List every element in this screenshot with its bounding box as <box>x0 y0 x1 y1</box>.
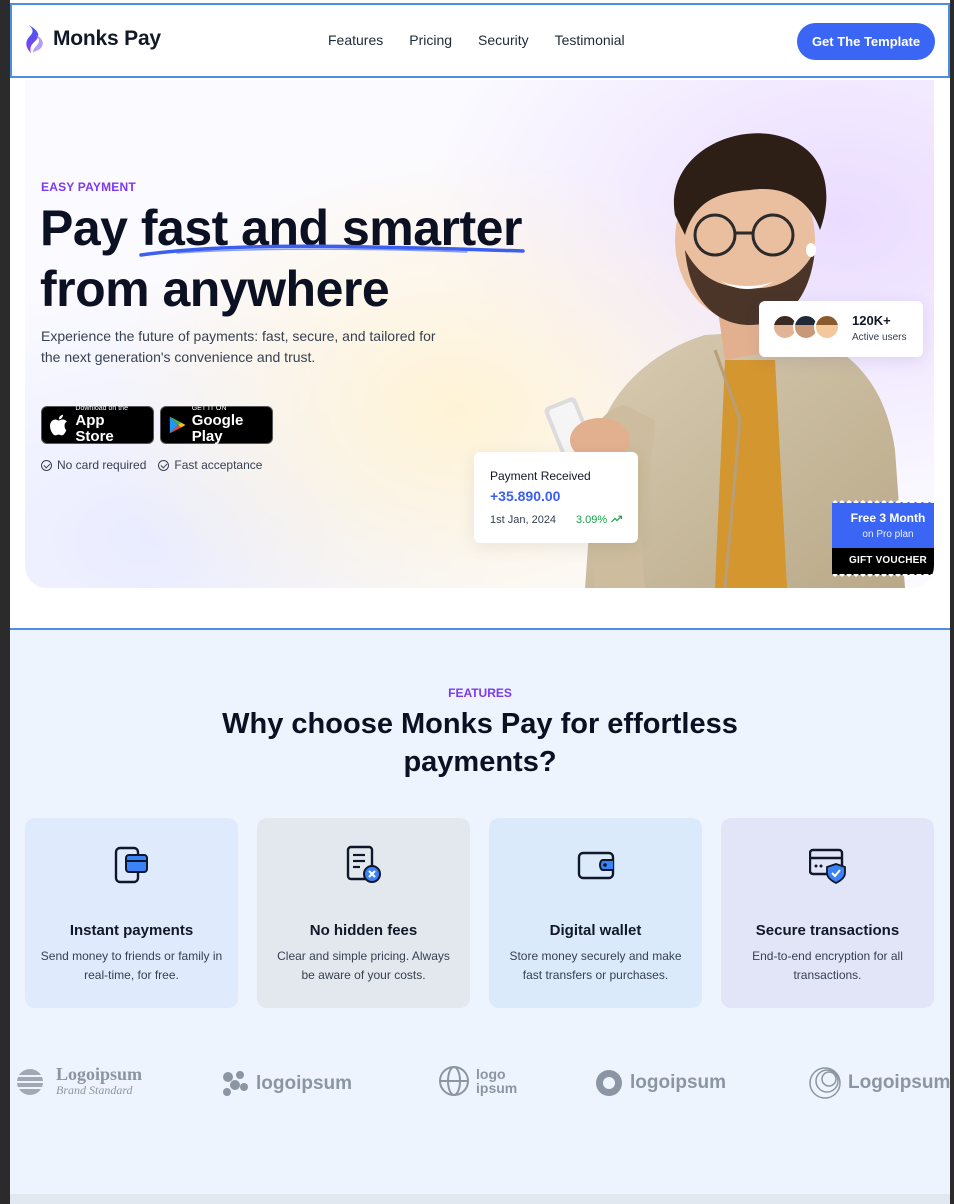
card-shield-icon <box>809 848 846 885</box>
google-play-big: Google Play <box>191 412 244 445</box>
feature-card-secure-transactions: Secure transactions End-to-end encryptio… <box>721 818 934 1008</box>
active-users-count: 120K+ <box>852 313 891 328</box>
active-users-label: Active users <box>852 332 907 343</box>
nav-link-features[interactable]: Features <box>328 32 383 48</box>
check-no-card: No card required <box>41 458 146 472</box>
partner-logo-1-text: Logoipsum Brand Standard <box>56 1065 142 1098</box>
brand-logo[interactable]: Monks Pay <box>25 23 161 55</box>
wallet-icon <box>577 851 615 880</box>
nav-link-security[interactable]: Security <box>478 32 529 48</box>
invoice-cancel-icon <box>346 845 381 883</box>
active-users-card: 120K+ Active users <box>759 301 923 357</box>
google-play-button[interactable]: GET IT ON Google Play <box>160 405 273 445</box>
hero-checks: No card required Fast acceptance <box>41 458 262 472</box>
payment-amount: +35.890.00 <box>490 488 561 504</box>
get-template-button[interactable]: Get The Template <box>797 23 935 60</box>
check-fast-acceptance-label: Fast acceptance <box>174 458 263 472</box>
globe-logo-icon <box>439 1066 469 1096</box>
feature-card-no-hidden-fees: No hidden fees Clear and simple pricing.… <box>257 818 470 1008</box>
apple-icon <box>50 414 67 436</box>
features-title: Why choose Monks Pay for effortless paym… <box>222 708 738 778</box>
feature-card-instant-payments: Instant payments Send money to friends o… <box>25 818 238 1008</box>
partner-logo-3-name: logo <box>476 1066 506 1082</box>
partner-logo-3: logo ipsum <box>438 1065 517 1097</box>
payment-date: 1st Jan, 2024 <box>490 514 557 526</box>
google-play-icon <box>169 416 186 434</box>
partner-logo-5-name: Logoipsum <box>848 1072 951 1093</box>
feature-title: No hidden fees <box>309 922 418 939</box>
brush-underline-icon <box>139 244 525 257</box>
partner-logo-3-text: logo ipsum <box>476 1067 517 1095</box>
partner-logo-5: Logoipsum <box>808 1066 950 1100</box>
payment-change: 3.09% <box>576 514 608 526</box>
partner-logo-4: logoipsum <box>594 1068 726 1098</box>
app-store-text: Download on the App Store <box>75 405 145 445</box>
feature-title: Digital wallet <box>549 922 642 939</box>
nav-link-pricing[interactable]: Pricing <box>409 32 452 48</box>
check-circle-icon <box>158 459 170 471</box>
voucher-label: GIFT VOUCHER <box>849 555 927 566</box>
monks-pay-logo-icon <box>26 25 43 53</box>
hero-title-line2: from anywhere <box>40 261 390 317</box>
payment-received-card: Payment Received +35.890.00 1st Jan, 202… <box>474 452 638 543</box>
partner-logo-1: Logoipsum Brand Standard <box>10 1065 142 1098</box>
hero-title-pre: Pay <box>40 200 141 256</box>
top-navigation: Monks Pay Features Pricing Security Test… <box>10 3 950 78</box>
feature-title: Instant payments <box>69 922 194 939</box>
ring-logo-icon <box>596 1070 622 1096</box>
partner-logo-2: logoipsum <box>220 1069 352 1099</box>
feature-desc: Clear and simple pricing. Always be awar… <box>277 949 450 982</box>
voucher-plan: on Pro plan <box>862 529 914 540</box>
striped-circle-logo-icon <box>10 1068 50 1095</box>
partner-logo-3-sub: ipsum <box>476 1080 518 1096</box>
check-fast-acceptance: Fast acceptance <box>158 458 262 472</box>
hero-eyebrow: EASY PAYMENT <box>41 180 136 194</box>
features-eyebrow: FEATURES <box>448 686 512 700</box>
avatar <box>814 314 840 340</box>
hero-section: EASY PAYMENT Pay fast and smarter from a… <box>25 80 934 588</box>
feature-desc: End-to-end encryption for all transactio… <box>752 949 903 982</box>
voucher-offer: Free 3 Month <box>850 511 926 525</box>
brand-name: Monks Pay <box>53 27 161 50</box>
feature-card-digital-wallet: Digital wallet Store money securely and … <box>489 818 702 1008</box>
nav-link-testimonial[interactable]: Testimonial <box>555 32 625 48</box>
google-play-text: GET IT ON Google Play <box>192 405 264 445</box>
card-payment-icon <box>114 846 148 884</box>
feature-title: Secure transactions <box>755 922 900 939</box>
partner-logo-1-name: Logoipsum <box>56 1064 143 1084</box>
partner-logos: Logoipsum Brand Standard logoipsum logo … <box>10 1065 950 1105</box>
nav-links: Features Pricing Security Testimonial <box>328 32 625 48</box>
partner-logo-1-sub: Brand Standard <box>56 1083 133 1097</box>
app-store-button[interactable]: Download on the App Store <box>41 405 154 445</box>
payment-title: Payment Received <box>490 469 591 483</box>
hero-description: Experience the future of payments: fast,… <box>41 328 436 365</box>
feature-desc: Store money securely and make fast trans… <box>509 949 682 982</box>
page: Monks Pay Features Pricing Security Test… <box>10 0 950 1204</box>
app-store-big: App Store <box>75 412 114 445</box>
molecule-logo-icon <box>223 1071 248 1096</box>
swirl-logo-icon <box>809 1067 841 1099</box>
user-avatars <box>772 314 840 340</box>
voucher-top: Free 3 Month on Pro plan <box>832 499 934 548</box>
partner-logo-2-name: logoipsum <box>256 1073 353 1094</box>
trend-up-icon <box>611 515 622 523</box>
gift-voucher[interactable]: Free 3 Month on Pro plan GIFT VOUCHER <box>832 499 934 578</box>
voucher-bottom: GIFT VOUCHER <box>832 548 934 578</box>
partner-logo-4-name: logoipsum <box>630 1072 727 1093</box>
features-section: FEATURES Why choose Monks Pay for effort… <box>10 628 950 1194</box>
check-circle-icon <box>41 459 52 471</box>
footer-strip <box>10 1194 950 1204</box>
feature-desc: Send money to friends or family in real-… <box>40 949 223 982</box>
check-no-card-label: No card required <box>57 458 147 472</box>
